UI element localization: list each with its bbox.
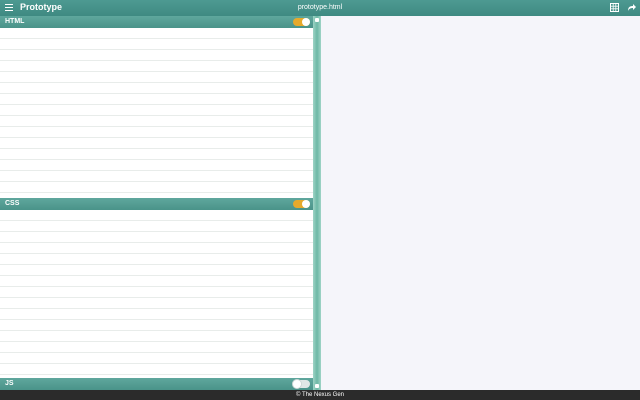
file-name[interactable]: prototype.html: [0, 4, 640, 11]
preview-pane[interactable]: [321, 16, 640, 390]
html-section-label: HTML: [5, 18, 25, 25]
grid-icon[interactable]: [610, 3, 619, 12]
share-icon[interactable]: [627, 2, 637, 12]
html-editor[interactable]: [0, 28, 313, 198]
html-toggle-knob: [302, 18, 310, 26]
css-toggle-knob: [302, 200, 310, 208]
css-section-header: CSS: [0, 198, 313, 210]
css-toggle[interactable]: [293, 200, 310, 208]
css-section-label: CSS: [5, 200, 20, 207]
html-section-header: HTML: [0, 16, 313, 28]
panel-splitter[interactable]: [313, 16, 321, 390]
js-toggle[interactable]: [293, 380, 310, 388]
js-section-label: JS: [5, 380, 14, 387]
js-toggle-knob: [293, 380, 301, 388]
js-section-header: JS: [0, 378, 313, 390]
html-toggle[interactable]: [293, 18, 310, 26]
footer: © The Nexus Gen: [0, 390, 640, 400]
top-bar: Prototype prototype.html: [0, 0, 640, 16]
editor-panel: HTML CSS JS: [0, 16, 316, 390]
splitter-grip-top[interactable]: [315, 18, 319, 22]
splitter-grip-bottom[interactable]: [315, 384, 319, 388]
css-editor[interactable]: [0, 210, 313, 378]
